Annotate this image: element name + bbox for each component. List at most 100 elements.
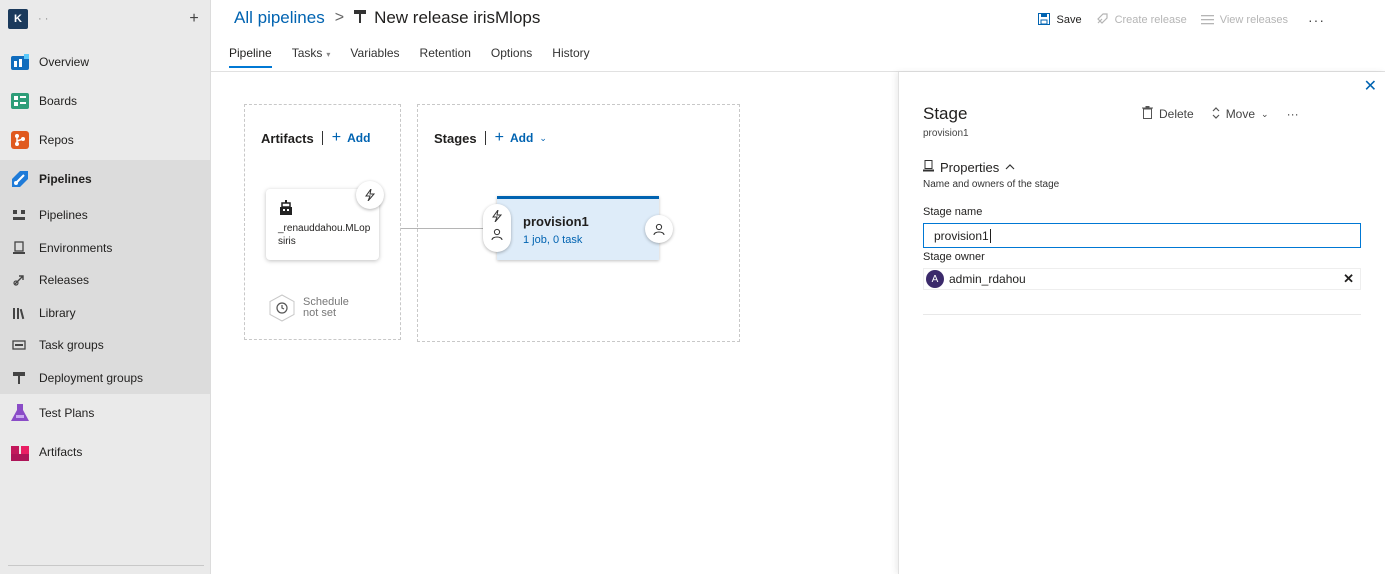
sidebar-item-label: Library: [39, 306, 76, 320]
delete-label: Delete: [1159, 107, 1194, 121]
sidebar-item-pipelines[interactable]: Pipelines: [0, 163, 211, 195]
sidebar-item-boards[interactable]: Boards: [0, 85, 211, 117]
org-switcher[interactable]: K · · +: [8, 8, 204, 30]
boards-icon: [10, 91, 30, 111]
tab-options[interactable]: Options: [491, 46, 532, 66]
sidebar-item-overview[interactable]: Overview: [0, 46, 211, 78]
plus-icon: +: [494, 129, 504, 146]
tab-variables[interactable]: Variables: [350, 46, 399, 66]
post-deployment-conditions-person-icon[interactable]: [645, 215, 673, 243]
avatar: A: [926, 270, 944, 288]
continuous-deployment-trigger-icon[interactable]: [356, 181, 384, 209]
schedule-trigger[interactable]: Schedule not set: [268, 294, 349, 322]
breadcrumb-chevron-icon: >: [334, 9, 345, 26]
left-nav: K · · + Overview Boards Repos Pipelines …: [0, 0, 211, 574]
text-cursor: [989, 228, 991, 243]
tab-retention[interactable]: Retention: [420, 46, 471, 66]
task-groups-icon: [12, 338, 26, 352]
clock-icon: [268, 294, 296, 322]
chevron-up-icon: [1005, 162, 1015, 173]
close-icon[interactable]: ✕: [1364, 76, 1377, 96]
sidebar-item-test-plans[interactable]: Test Plans: [0, 397, 211, 429]
sidebar-item-label: Pipelines: [39, 208, 88, 222]
tab-bar: Pipeline Tasks ▾ Variables Retention Opti…: [229, 46, 610, 68]
sidebar-item-label: Boards: [39, 94, 78, 108]
chevron-down-icon: ▾: [326, 50, 331, 59]
properties-section-toggle[interactable]: Properties: [923, 160, 1015, 175]
sidebar-item-label: Releases: [39, 273, 90, 287]
tab-history[interactable]: History: [552, 46, 589, 66]
chevron-down-icon: ⌄: [1261, 108, 1269, 119]
tab-label: Variables: [350, 46, 400, 60]
rocket-icon: [1096, 12, 1109, 28]
overview-icon: [10, 52, 30, 72]
artifacts-title: Artifacts: [261, 130, 314, 146]
add-label: Add: [509, 131, 534, 145]
sidebar-item-environments[interactable]: Environments: [0, 232, 211, 264]
artifacts-header: Artifacts + Add: [261, 129, 370, 147]
library-icon: [12, 306, 26, 320]
sidebar-item-pipelines-sub[interactable]: Pipelines: [0, 199, 211, 231]
sidebar-item-deployment-groups[interactable]: Deployment groups: [0, 362, 211, 394]
repos-icon: [10, 130, 30, 150]
delete-button[interactable]: Delete: [1142, 106, 1194, 122]
sidebar-divider: [8, 565, 204, 566]
sidebar-item-label: Repos: [39, 133, 74, 147]
stage-name-input[interactable]: provision1: [923, 223, 1361, 248]
sidebar-item-library[interactable]: Library: [0, 297, 211, 329]
stage-card[interactable]: provision1 1 job, 0 task: [497, 196, 659, 260]
sidebar-item-task-groups[interactable]: Task groups: [0, 329, 211, 361]
sidebar-item-label: Pipelines: [39, 172, 92, 186]
pipelines-icon: [10, 169, 30, 189]
divider: [923, 314, 1361, 315]
save-label: Save: [1056, 14, 1082, 26]
breadcrumb-all-pipelines-link[interactable]: All pipelines: [234, 8, 325, 28]
add-label: Add: [347, 131, 371, 145]
move-button[interactable]: Move ⌄: [1212, 106, 1269, 122]
sidebar-item-releases[interactable]: Releases: [0, 264, 211, 296]
sidebar-item-label: Artifacts: [39, 445, 83, 459]
save-icon: [1038, 12, 1051, 28]
trash-icon: [1142, 106, 1153, 122]
page-title[interactable]: New release irisMlops: [374, 8, 540, 28]
stage-job-info-link[interactable]: 1 job, 0 task: [523, 234, 582, 246]
create-release-button[interactable]: Create release: [1096, 12, 1187, 28]
org-name: · ·: [38, 13, 49, 25]
stage-owner-picker[interactable]: A admin_rdahou ✕: [923, 268, 1361, 290]
tab-pipeline[interactable]: Pipeline: [229, 46, 272, 68]
stages-header: Stages + Add ⌄: [434, 129, 547, 147]
tab-tasks[interactable]: Tasks ▾: [292, 46, 331, 66]
owner-name: admin_rdahou: [949, 272, 1026, 286]
panel-title: Stage: [923, 104, 968, 123]
sidebar-item-label: Environments: [39, 241, 113, 255]
person-icon: [491, 228, 503, 246]
add-stage-button[interactable]: + Add ⌄: [495, 129, 547, 147]
schedule-line2: not set: [303, 307, 337, 319]
save-button[interactable]: Save: [1038, 12, 1082, 28]
sidebar-item-label: Task groups: [39, 338, 104, 352]
org-avatar: K: [8, 9, 28, 29]
pre-deployment-conditions[interactable]: [483, 204, 511, 252]
sidebar-item-artifacts[interactable]: Artifacts: [0, 436, 211, 468]
stages-title: Stages: [434, 130, 477, 146]
artifact-name: _renauddahou.MLopsiris: [278, 223, 371, 247]
create-release-label: Create release: [1114, 14, 1187, 26]
view-releases-button[interactable]: View releases: [1200, 13, 1288, 28]
stage-owner-label: Stage owner: [923, 251, 985, 263]
toolbar: Save Create release View releases ···: [1024, 12, 1325, 28]
releases-icon: [12, 273, 26, 287]
stage-name-value: provision1: [934, 228, 989, 243]
tab-label: Options: [490, 46, 533, 60]
more-actions-icon[interactable]: ···: [1308, 12, 1325, 28]
test-plans-icon: [10, 403, 30, 423]
remove-owner-close-icon[interactable]: ✕: [1343, 271, 1354, 287]
more-options-icon[interactable]: ···: [1287, 107, 1299, 121]
sidebar-item-label: Overview: [39, 55, 90, 69]
new-project-plus-icon[interactable]: +: [184, 10, 204, 28]
properties-title: Properties: [940, 160, 1000, 175]
add-artifact-button[interactable]: + Add: [332, 129, 371, 147]
sidebar-item-repos[interactable]: Repos: [0, 124, 211, 156]
divider: [484, 131, 486, 145]
lightning-icon: [491, 209, 503, 228]
artifacts-icon: [10, 442, 30, 462]
